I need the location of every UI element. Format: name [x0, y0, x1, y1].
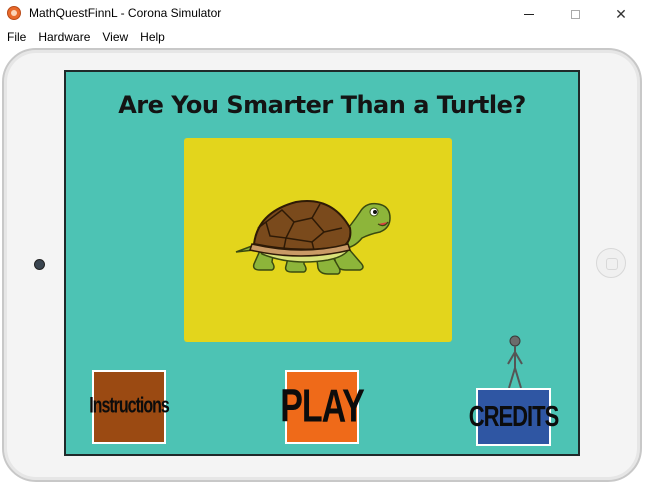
play-button[interactable]: PLAY: [280, 370, 365, 444]
instructions-button[interactable]: Instructions: [89, 370, 170, 444]
credits-button[interactable]: CREDITS: [469, 388, 559, 446]
close-button[interactable]: ✕: [598, 0, 644, 28]
instructions-label: Instructions: [89, 394, 170, 419]
game-title: Are You Smarter Than a Turtle?: [118, 91, 526, 119]
stick-figure-icon: [507, 335, 523, 389]
menu-bar: File Hardware View Help: [0, 28, 646, 47]
menu-view[interactable]: View: [96, 28, 134, 47]
play-label: PLAY: [280, 380, 365, 432]
turtle-illustration: [235, 200, 391, 275]
minimize-button[interactable]: [506, 0, 552, 28]
camera-icon: [34, 259, 45, 270]
corona-app-icon: [7, 6, 21, 20]
close-icon: ✕: [615, 5, 627, 22]
app-screen: Are You Smarter Than a Turtle? Instructi…: [64, 70, 580, 456]
maximize-button[interactable]: [552, 0, 598, 28]
home-button[interactable]: [596, 248, 626, 278]
menu-hardware[interactable]: Hardware: [32, 28, 96, 47]
maximize-icon: [570, 9, 580, 19]
window-title: MathQuestFinnL - Corona Simulator: [29, 6, 222, 20]
window-title-bar: MathQuestFinnL - Corona Simulator ✕: [0, 0, 646, 28]
menu-file[interactable]: File: [0, 28, 32, 47]
credits-label: CREDITS: [468, 400, 560, 433]
menu-help[interactable]: Help: [134, 28, 171, 47]
minimize-icon: [524, 13, 534, 15]
turtle-panel: [184, 138, 452, 342]
